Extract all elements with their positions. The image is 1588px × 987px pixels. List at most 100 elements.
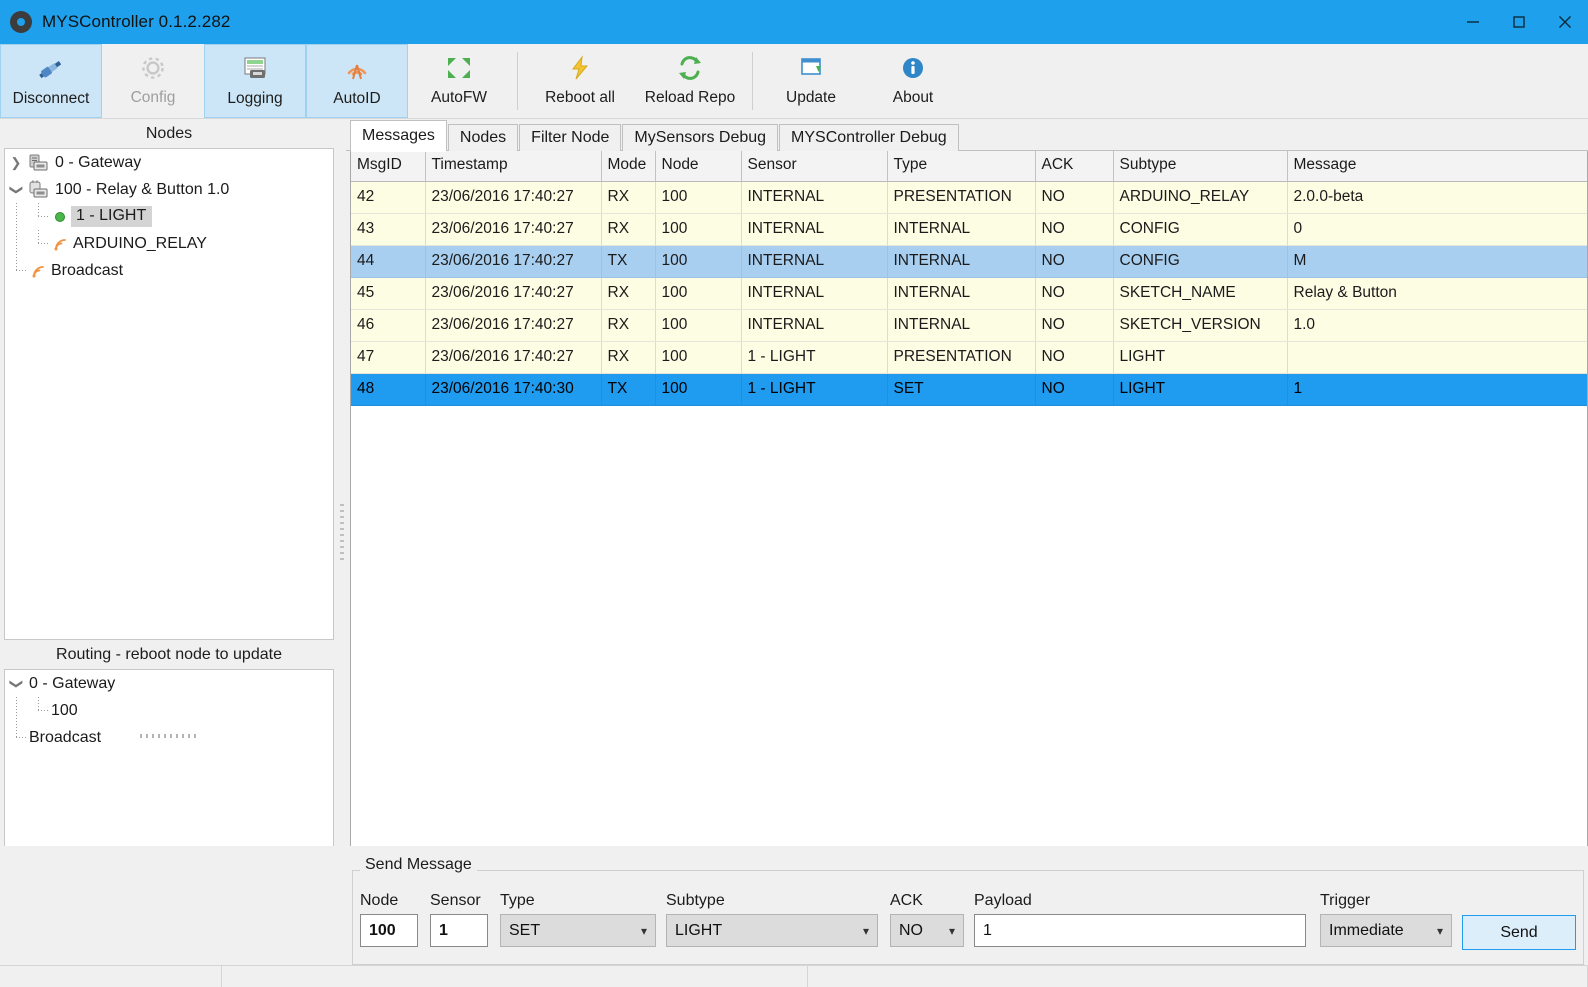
status-cell-2	[222, 966, 808, 987]
toolbar-label: Config	[130, 89, 176, 106]
plug-disconnect-icon	[36, 54, 66, 84]
routing-tree[interactable]: ❯ 0 - Gateway 100 Broadcast	[4, 669, 334, 869]
node-input[interactable]: 100	[360, 914, 418, 947]
cell-subtype: CONFIG	[1113, 213, 1288, 246]
green-dot-icon	[49, 211, 71, 222]
toolbar-separator	[517, 52, 518, 110]
column-header-timestamp[interactable]: Timestamp	[425, 151, 602, 182]
main-toolbar: Disconnect Config Logging AutoID AutoFW …	[0, 44, 1588, 119]
table-row[interactable]: 43 23/06/2016 17:40:27 RX 100 INTERNAL I…	[351, 213, 1587, 246]
cell-timestamp: 23/06/2016 17:40:27	[425, 277, 602, 310]
tab-label: Nodes	[459, 129, 507, 146]
antenna-signal-icon	[342, 54, 372, 84]
toolbar-label: Reboot all	[545, 89, 615, 106]
type-select[interactable]: SET ▾	[500, 914, 656, 947]
toolbar-button-logging[interactable]: Logging	[204, 44, 306, 118]
toolbar-button-autoid[interactable]: AutoID	[306, 44, 408, 118]
ack-select[interactable]: NO ▾	[890, 914, 964, 947]
column-header-msgid[interactable]: MsgID	[351, 151, 426, 182]
node-field: Node 100	[360, 892, 418, 947]
minimize-button[interactable]	[1450, 0, 1496, 44]
cell-subtype: LIGHT	[1113, 341, 1288, 374]
chevron-down-icon: ▾	[948, 923, 955, 938]
toolbar-button-about[interactable]: About	[862, 44, 964, 118]
tree-guide	[5, 230, 27, 257]
chevron-down-icon: ▾	[862, 923, 869, 938]
close-button[interactable]	[1542, 0, 1588, 44]
sensor-label: Sensor	[430, 892, 481, 909]
column-header-message[interactable]: Message	[1287, 151, 1587, 182]
sensor-input[interactable]: 1	[430, 914, 488, 947]
tree-item-gateway[interactable]: ❯ 0 - Gateway	[5, 149, 333, 176]
table-row[interactable]: 47 23/06/2016 17:40:27 RX 100 1 - LIGHT …	[351, 341, 1587, 374]
table-row[interactable]: 44 23/06/2016 17:40:27 TX 100 INTERNAL I…	[351, 245, 1587, 278]
column-header-subtype[interactable]: Subtype	[1113, 151, 1288, 182]
column-header-type[interactable]: Type	[887, 151, 1036, 182]
send-button[interactable]: Send	[1462, 915, 1576, 950]
column-header-ack[interactable]: ACK	[1035, 151, 1114, 182]
routing-item-100[interactable]: 100	[5, 697, 333, 724]
cell-mode: RX	[601, 277, 656, 310]
tree-item-relay-button[interactable]: ❯ 100 - Relay & Button 1.0	[5, 176, 333, 203]
left-pane: Nodes ❯ 0 - Gateway ❯ 100 - Relay & Butt…	[0, 119, 338, 965]
toolbar-button-reboot-all[interactable]: Reboot all	[525, 44, 635, 118]
tree-guide	[27, 697, 49, 724]
cell-message: 2.0.0-beta	[1287, 181, 1587, 214]
tree-item-arduino-relay[interactable]: ARDUINO_RELAY	[5, 230, 333, 257]
cell-message: 0	[1287, 213, 1587, 246]
gear-icon	[10, 11, 32, 33]
chevron-down-icon[interactable]: ❯	[5, 676, 27, 692]
maximize-button[interactable]	[1496, 0, 1542, 44]
toolbar-button-autofw[interactable]: AutoFW	[408, 44, 510, 118]
nodes-tree[interactable]: ❯ 0 - Gateway ❯ 100 - Relay & Button 1.0…	[4, 148, 334, 640]
trigger-field: Trigger Immediate ▾	[1320, 892, 1452, 947]
chevron-right-icon[interactable]: ❯	[5, 155, 27, 171]
tab-filter-node[interactable]: Filter Node	[519, 124, 622, 151]
cell-type: INTERNAL	[887, 277, 1036, 310]
routing-item-label: 100	[51, 701, 78, 719]
table-row[interactable]: 48 23/06/2016 17:40:30 TX 100 1 - LIGHT …	[351, 373, 1587, 406]
payload-input[interactable]: 1	[974, 914, 1306, 947]
download-window-icon	[797, 53, 825, 83]
tree-guide	[5, 257, 27, 284]
tree-item-light[interactable]: 1 - LIGHT	[5, 203, 333, 230]
cell-msgid: 47	[351, 341, 426, 374]
column-header-mode[interactable]: Mode	[601, 151, 656, 182]
cell-subtype: ARDUINO_RELAY	[1113, 181, 1288, 214]
table-row[interactable]: 45 23/06/2016 17:40:27 RX 100 INTERNAL I…	[351, 277, 1587, 310]
trigger-label: Trigger	[1320, 892, 1371, 909]
tree-item-label: 1 - LIGHT	[71, 206, 153, 227]
toolbar-button-config[interactable]: Config	[102, 44, 204, 118]
table-row[interactable]: 46 23/06/2016 17:40:27 RX 100 INTERNAL I…	[351, 309, 1587, 342]
tab-messages[interactable]: Messages	[350, 120, 447, 152]
cell-sensor: 1 - LIGHT	[741, 373, 888, 406]
status-cell-3	[808, 966, 1588, 987]
horizontal-splitter[interactable]	[4, 730, 334, 742]
toolbar-button-update[interactable]: Update	[760, 44, 862, 118]
subtype-field: Subtype LIGHT ▾	[666, 892, 878, 947]
lightning-bolt-icon	[567, 53, 593, 83]
toolbar-label: Disconnect	[12, 90, 90, 107]
toolbar-label: About	[892, 89, 934, 106]
cell-node: 100	[655, 245, 742, 278]
cell-type: PRESENTATION	[887, 341, 1036, 374]
tab-mysensors-debug[interactable]: MySensors Debug	[622, 124, 779, 151]
tree-item-broadcast[interactable]: Broadcast	[5, 257, 333, 284]
routing-item-gateway[interactable]: ❯ 0 - Gateway	[5, 670, 333, 697]
table-row[interactable]: 42 23/06/2016 17:40:27 RX 100 INTERNAL P…	[351, 181, 1587, 214]
toolbar-button-reload-repo[interactable]: Reload Repo	[635, 44, 745, 118]
toolbar-separator	[752, 52, 753, 110]
column-header-sensor[interactable]: Sensor	[741, 151, 888, 182]
refresh-arrows-icon	[676, 53, 704, 83]
messages-grid[interactable]: MsgID Timestamp Mode Node Sensor Type AC…	[350, 151, 1588, 965]
chevron-down-icon[interactable]: ❯	[5, 182, 27, 198]
vertical-splitter[interactable]	[338, 119, 346, 965]
subtype-select[interactable]: LIGHT ▾	[666, 914, 878, 947]
toolbar-button-disconnect[interactable]: Disconnect	[0, 44, 102, 118]
cell-sensor: INTERNAL	[741, 181, 888, 214]
type-field: Type SET ▾	[500, 892, 656, 947]
tab-nodes[interactable]: Nodes	[447, 124, 519, 151]
column-header-node[interactable]: Node	[655, 151, 742, 182]
trigger-select[interactable]: Immediate ▾	[1320, 914, 1452, 947]
tab-myscontroller-debug[interactable]: MYSController Debug	[779, 124, 959, 151]
